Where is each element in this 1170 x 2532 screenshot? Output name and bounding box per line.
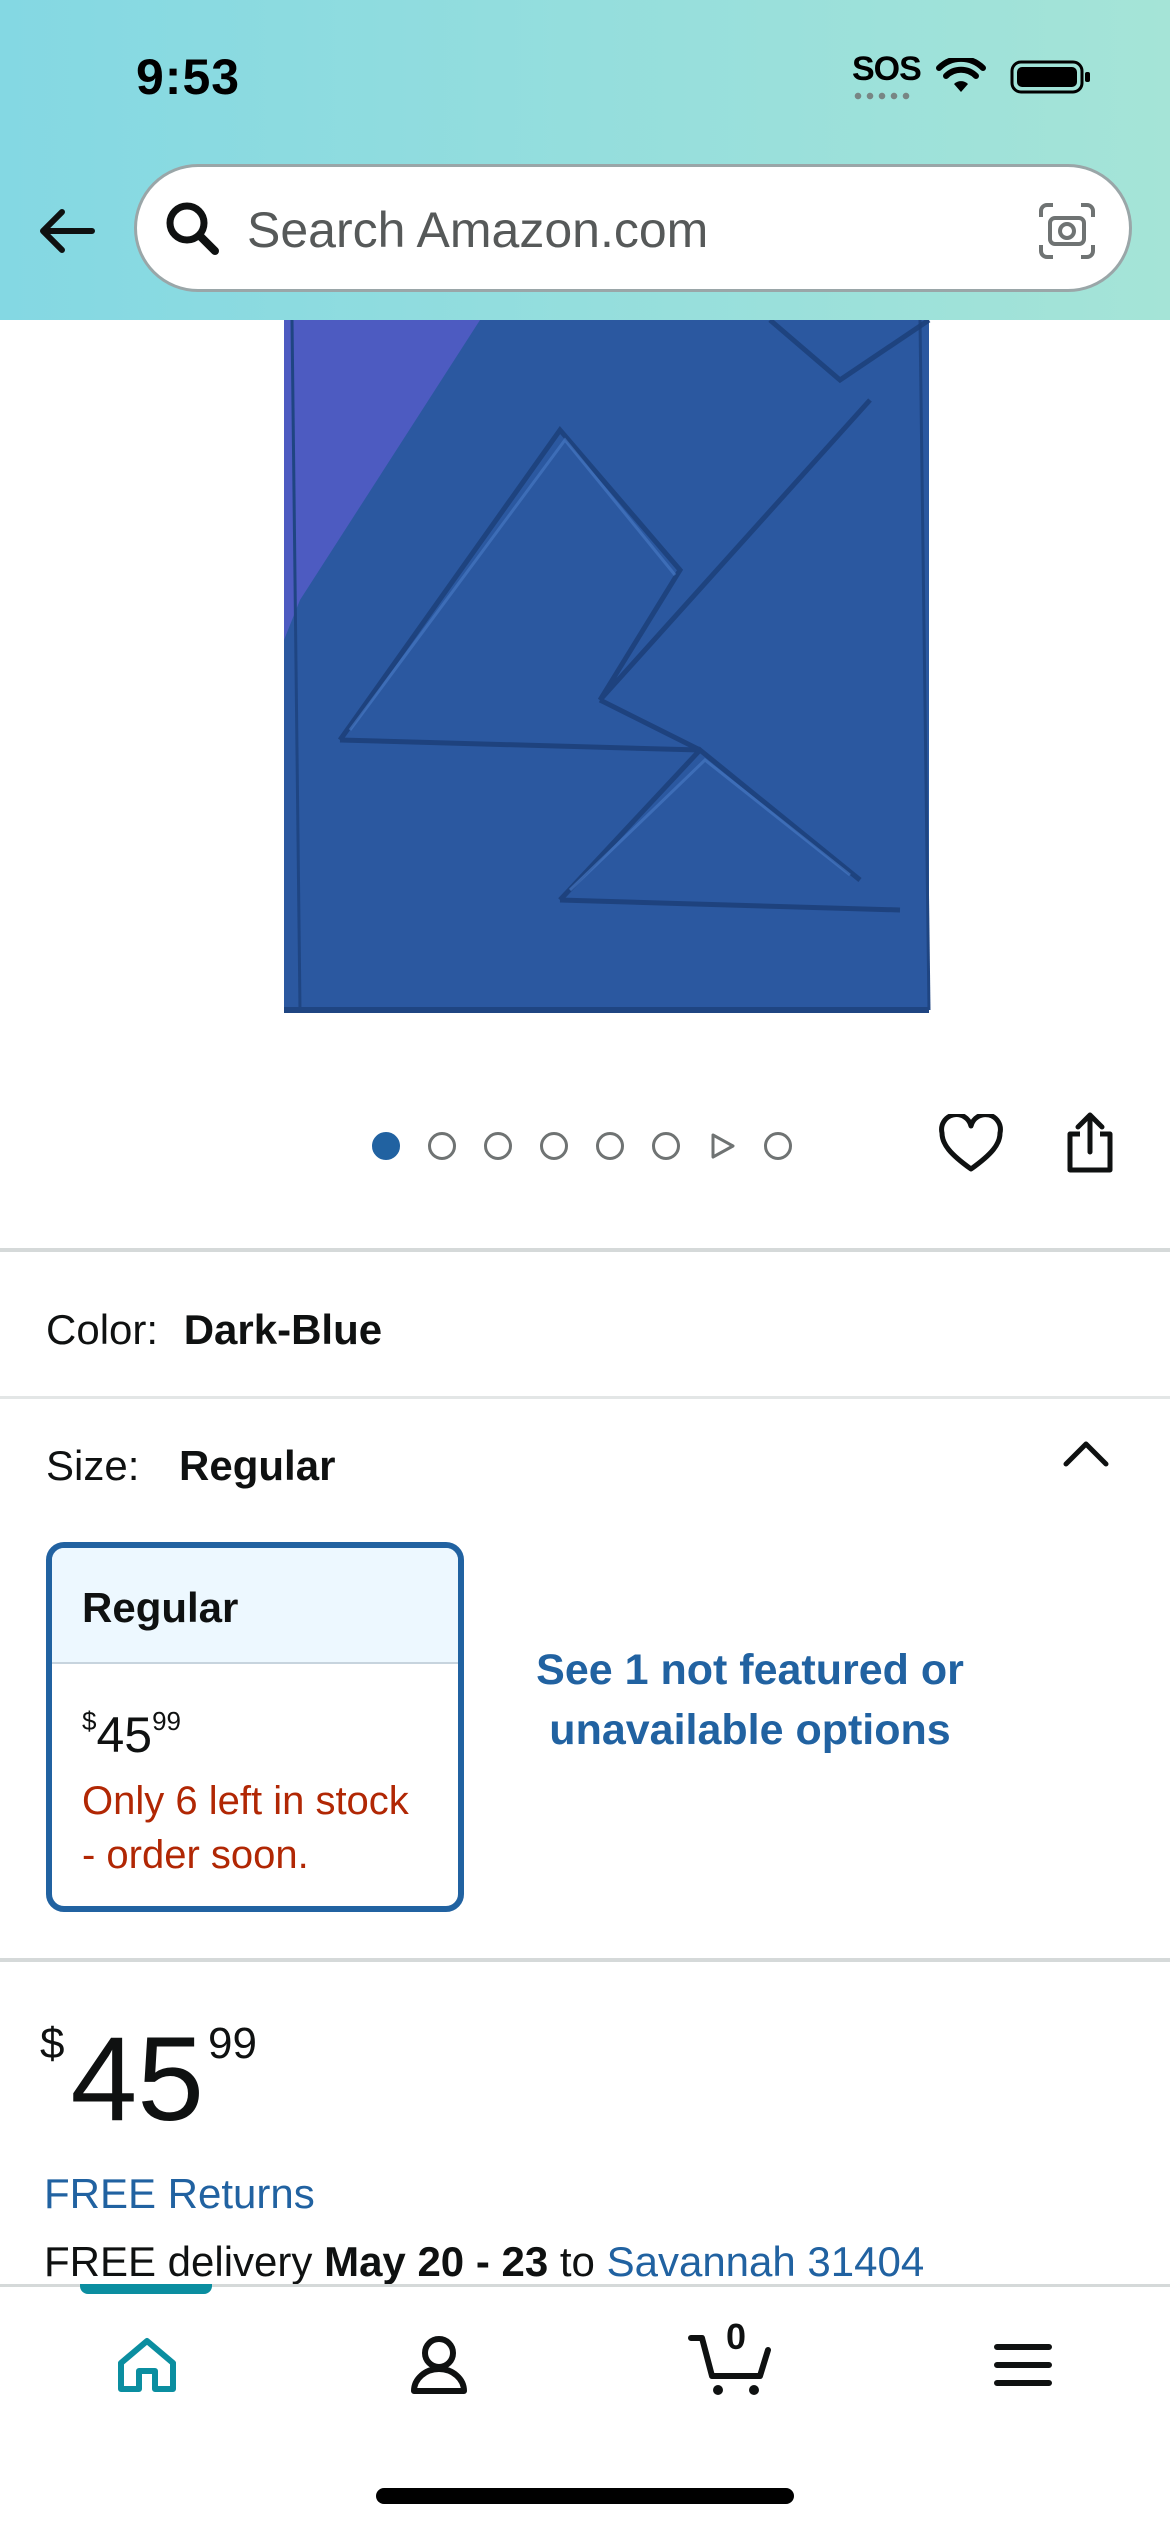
divider bbox=[0, 1958, 1170, 1962]
user-icon bbox=[411, 2336, 467, 2394]
carousel-dot[interactable] bbox=[540, 1132, 568, 1160]
image-carousel-dots[interactable] bbox=[372, 1132, 792, 1160]
nav-home[interactable] bbox=[102, 2320, 192, 2410]
price-whole: 45 bbox=[96, 1707, 153, 1763]
camera-scan-icon[interactable] bbox=[1037, 201, 1097, 261]
price-whole: 45 bbox=[70, 2012, 204, 2146]
product-image[interactable] bbox=[0, 320, 1170, 1060]
carousel-dot[interactable] bbox=[428, 1132, 456, 1160]
heart-icon[interactable] bbox=[938, 1114, 1004, 1174]
carousel-dot[interactable] bbox=[372, 1132, 400, 1160]
stock-line-2: - order soon. bbox=[82, 1833, 309, 1877]
back-arrow-icon bbox=[40, 209, 95, 253]
search-input[interactable] bbox=[247, 203, 1007, 257]
delivery-info: FREE delivery May 20 - 23 to Savannah 31… bbox=[44, 2238, 924, 2286]
signal-dots-icon bbox=[852, 92, 914, 100]
search-icon bbox=[166, 202, 219, 255]
chevron-up-icon[interactable] bbox=[1060, 1434, 1112, 1474]
header: 9:53 SOS bbox=[0, 0, 1170, 320]
sos-indicator: SOS bbox=[852, 50, 922, 88]
divider bbox=[0, 1396, 1170, 1399]
color-selector: Color: Dark-Blue bbox=[46, 1306, 382, 1354]
price-cents: 99 bbox=[152, 1706, 182, 1736]
free-returns-link[interactable]: FREE Returns bbox=[44, 2170, 315, 2218]
carousel-dot[interactable] bbox=[484, 1132, 512, 1160]
delivery-dates: May 20 - 23 bbox=[324, 2238, 549, 2285]
delivery-prefix: FREE delivery bbox=[44, 2238, 313, 2285]
cart-count-badge: 0 bbox=[726, 2316, 747, 2357]
status-time: 9:53 bbox=[136, 49, 241, 105]
product-price: $4599 bbox=[40, 2010, 257, 2148]
wifi-icon bbox=[936, 58, 986, 92]
price-cents: 99 bbox=[207, 2019, 257, 2068]
size-option-card[interactable]: Regular $4599 Only 6 left in stock - ord… bbox=[46, 1542, 464, 1912]
color-label: Color: bbox=[46, 1306, 159, 1353]
nav-account[interactable] bbox=[394, 2320, 484, 2410]
active-tab-indicator bbox=[80, 2284, 212, 2294]
stock-warning: Only 6 left in stock - order soon. bbox=[82, 1774, 452, 1882]
hamburger-menu-icon bbox=[994, 2344, 1052, 2386]
size-value: Regular bbox=[179, 1442, 336, 1489]
carousel-dot[interactable] bbox=[652, 1132, 680, 1160]
back-button[interactable] bbox=[30, 195, 102, 267]
nav-menu[interactable] bbox=[978, 2320, 1068, 2410]
battery-icon bbox=[1010, 60, 1090, 94]
currency-symbol: $ bbox=[82, 1706, 97, 1736]
home-icon bbox=[118, 2338, 176, 2392]
stock-line-1: Only 6 left in stock bbox=[82, 1779, 409, 1823]
sleeping-bag-image bbox=[284, 320, 931, 1013]
search-bar[interactable] bbox=[134, 164, 1132, 292]
carousel-dot[interactable] bbox=[596, 1132, 624, 1160]
size-option-name: Regular bbox=[52, 1548, 458, 1664]
carousel-dot[interactable] bbox=[764, 1132, 792, 1160]
home-indicator bbox=[376, 2488, 794, 2504]
size-option-price: $4599 bbox=[82, 1706, 181, 1764]
size-selector[interactable]: Size: Regular bbox=[46, 1442, 335, 1490]
video-play-icon[interactable] bbox=[708, 1132, 736, 1160]
see-unavailable-options-link[interactable]: See 1 not featured or unavailable option… bbox=[520, 1640, 980, 1760]
share-icon[interactable] bbox=[1062, 1110, 1118, 1176]
delivery-to: to bbox=[559, 2238, 595, 2285]
color-value: Dark-Blue bbox=[183, 1306, 383, 1353]
size-label: Size: bbox=[46, 1442, 140, 1489]
delivery-location-link[interactable]: Savannah 31404 bbox=[607, 2238, 925, 2285]
divider bbox=[0, 1248, 1170, 1252]
currency-symbol: $ bbox=[40, 2019, 65, 2068]
